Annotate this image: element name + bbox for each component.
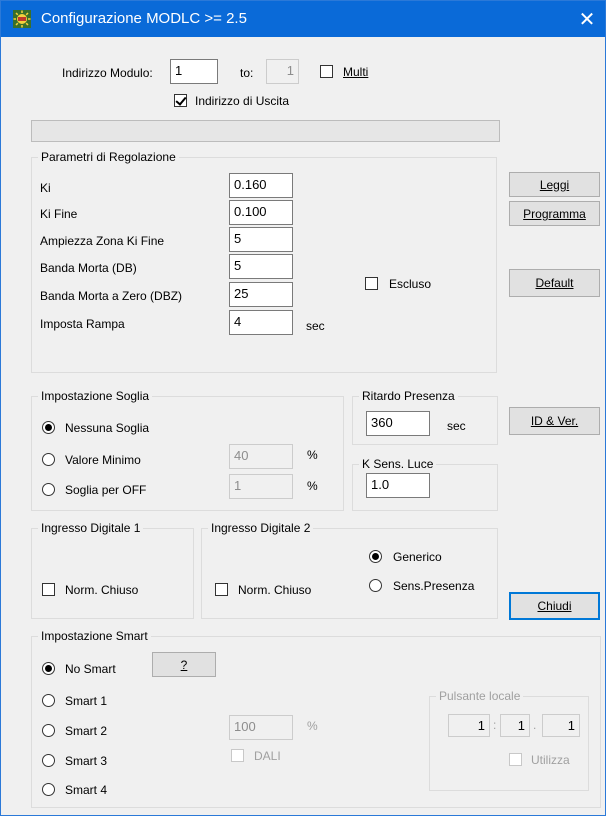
- min-unit: %: [307, 448, 318, 462]
- param-label: Banda Morta a Zero (DBZ): [40, 289, 183, 303]
- chiudi-button[interactable]: Chiudi: [509, 592, 600, 620]
- off-unit: %: [307, 479, 318, 493]
- address-label: Indirizzo Modulo:: [62, 66, 153, 80]
- rampa-input[interactable]: 4: [229, 310, 293, 335]
- output-address-checkbox[interactable]: [174, 94, 187, 107]
- multi-label: Multi: [343, 65, 368, 79]
- sens-presenza-radio[interactable]: [369, 579, 382, 592]
- dali-checkbox: [231, 749, 244, 762]
- chiudi-label: Chiudi: [537, 599, 572, 613]
- param-label: Ampiezza Zona Ki Fine: [40, 234, 165, 248]
- smart-option-label: Smart 3: [65, 754, 108, 768]
- output-address-label: Indirizzo di Uscita: [195, 94, 290, 108]
- programma-button[interactable]: Programma: [509, 201, 600, 226]
- valore-minimo-input: 40: [229, 444, 293, 469]
- smart1-radio[interactable]: [42, 694, 55, 707]
- smart4-radio[interactable]: [42, 783, 55, 796]
- dali-label: DALI: [254, 749, 281, 763]
- check-mark-icon: [175, 94, 187, 106]
- pulsante-v1-input: 1: [448, 714, 490, 737]
- soglia-title: Impostazione Soglia: [38, 389, 153, 403]
- ingresso2-option-label: Generico: [393, 550, 442, 564]
- nessuna-soglia-radio[interactable]: [42, 421, 55, 434]
- pulsante-title: Pulsante locale: [436, 689, 524, 703]
- dbz-input[interactable]: 25: [229, 282, 293, 307]
- title-bar: Configurazione MODLC >= 2.5 ✕: [1, 1, 605, 37]
- programma-label: Programma: [523, 206, 586, 221]
- ingresso1-norm-label: Norm. Chiuso: [65, 583, 139, 597]
- smart-option-label: Smart 1: [65, 694, 108, 708]
- smart2-radio[interactable]: [42, 724, 55, 737]
- smart-option-label: Smart 2: [65, 724, 108, 738]
- smart3-radio[interactable]: [42, 754, 55, 767]
- utilizza-checkbox: [509, 753, 522, 766]
- progress-bar: [31, 120, 500, 142]
- to-label: to:: [240, 66, 254, 80]
- presenza-unit: sec: [447, 419, 466, 433]
- app-icon: [13, 10, 31, 28]
- help-label: ?: [180, 657, 188, 672]
- leggi-label: Leggi: [539, 177, 570, 192]
- param-label: Ki Fine: [40, 207, 78, 221]
- presenza-title: Ritardo Presenza: [359, 389, 458, 403]
- regolazione-title: Parametri di Regolazione: [38, 150, 179, 164]
- smart-percent-unit: %: [307, 719, 318, 733]
- utilizza-label: Utilizza: [531, 753, 570, 767]
- multi-checkbox[interactable]: [320, 65, 333, 78]
- ingresso2-group: Ingresso Digitale 2: [201, 521, 498, 619]
- pulsante-sep2: .: [533, 718, 537, 732]
- window-title: Configurazione MODLC >= 2.5: [41, 10, 247, 27]
- generico-radio[interactable]: [369, 550, 382, 563]
- ingresso1-title: Ingresso Digitale 1: [38, 521, 144, 535]
- ampiezza-input[interactable]: 5: [229, 227, 293, 252]
- ingresso2-norm-label: Norm. Chiuso: [238, 583, 312, 597]
- ingresso2-norm-checkbox[interactable]: [215, 583, 228, 596]
- radio-dot-icon: [45, 424, 52, 431]
- no-smart-radio[interactable]: [42, 662, 55, 675]
- presenza-input[interactable]: 360: [366, 411, 430, 436]
- soglia-off-input: 1: [229, 474, 293, 499]
- address-input[interactable]: 1: [170, 59, 218, 84]
- param-label: Imposta Rampa: [40, 317, 125, 331]
- multi-label-text: Multi: [343, 65, 369, 79]
- valore-minimo-radio[interactable]: [42, 453, 55, 466]
- ingresso2-title: Ingresso Digitale 2: [208, 521, 314, 535]
- pulsante-v2-input: 1: [500, 714, 530, 737]
- radio-dot-icon: [372, 553, 379, 560]
- luce-title: K Sens. Luce: [359, 457, 437, 471]
- param-label: Banda Morta (DB): [40, 261, 137, 275]
- ki-input[interactable]: 0.160: [229, 173, 293, 198]
- help-button[interactable]: ?: [152, 652, 216, 677]
- leggi-button[interactable]: Leggi: [509, 172, 600, 197]
- smart-option-label: Smart 4: [65, 783, 108, 797]
- luce-input[interactable]: 1.0: [366, 473, 430, 498]
- pulsante-v3-input: 1: [542, 714, 580, 737]
- smart-title: Impostazione Smart: [38, 629, 151, 643]
- id-ver-label: ID & Ver.: [530, 414, 579, 428]
- default-label: Default: [535, 276, 574, 290]
- ki-fine-input[interactable]: 0.100: [229, 200, 293, 225]
- escluso-label: Escluso: [389, 277, 432, 291]
- radio-dot-icon: [45, 665, 52, 672]
- soglia-off-radio[interactable]: [42, 483, 55, 496]
- ingresso1-norm-checkbox[interactable]: [42, 583, 55, 596]
- db-input[interactable]: 5: [229, 254, 293, 279]
- escluso-checkbox[interactable]: [365, 277, 378, 290]
- pulsante-group: Pulsante locale: [429, 689, 589, 791]
- pulsante-sep1: :: [493, 718, 497, 732]
- rampa-unit: sec: [306, 319, 325, 333]
- param-label: Ki: [40, 181, 51, 195]
- ingresso2-option-label: Sens.Presenza: [393, 579, 475, 593]
- ingresso1-group: Ingresso Digitale 1: [31, 521, 194, 619]
- id-ver-button[interactable]: ID & Ver.: [509, 407, 600, 435]
- soglia-option-label: Soglia per OFF: [65, 483, 147, 497]
- config-window: Configurazione MODLC >= 2.5 ✕ Indirizzo …: [0, 0, 606, 816]
- soglia-option-label: Valore Minimo: [65, 453, 141, 467]
- soglia-option-label: Nessuna Soglia: [65, 421, 150, 435]
- smart-option-label: No Smart: [65, 662, 116, 676]
- to-input: 1: [266, 59, 299, 84]
- default-button[interactable]: Default: [509, 269, 600, 297]
- smart-percent-input: 100: [229, 715, 293, 740]
- close-icon[interactable]: ✕: [569, 1, 605, 37]
